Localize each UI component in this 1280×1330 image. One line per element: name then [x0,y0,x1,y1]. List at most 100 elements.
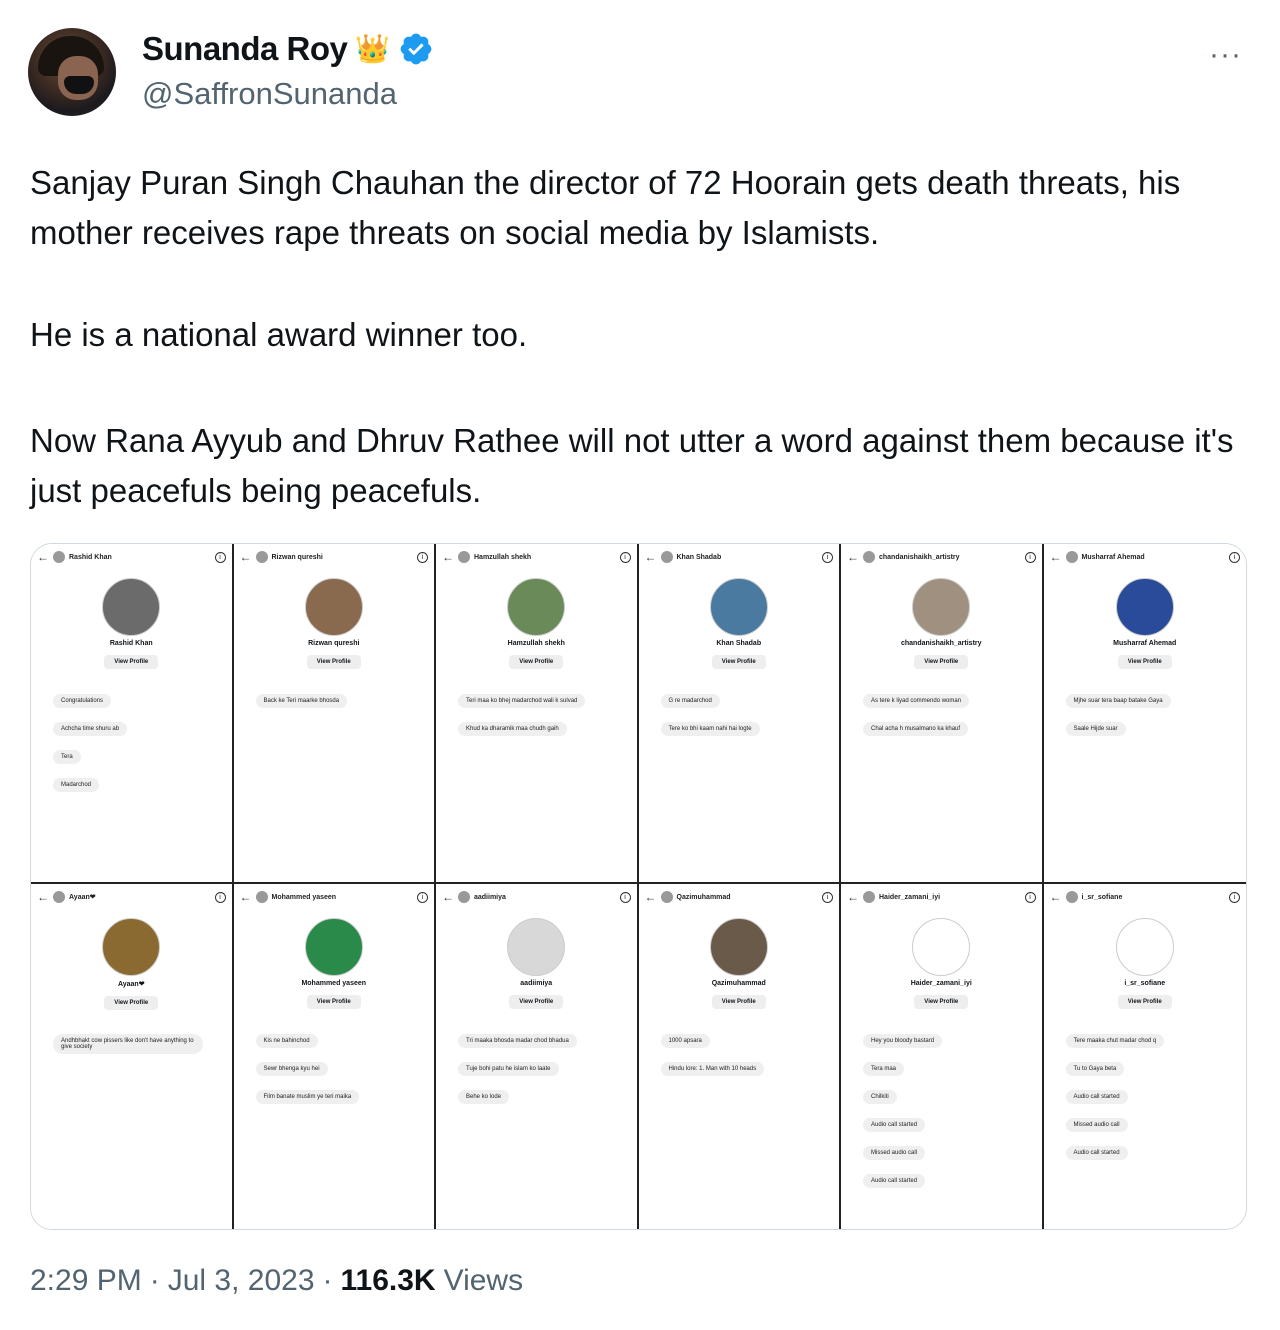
dm-message-bubble: Tri maaka bhosda madar chod bhadua [458,1034,577,1048]
back-arrow-icon: ← [1049,890,1062,904]
view-profile-button: View Profile [1117,655,1172,669]
dm-screenshot: ← Qazimuhammad i Qazimuhammad View Profile 10… [638,884,841,1229]
dm-message-bubble: Chal acha h musalmano ka khauf [863,722,969,736]
info-icon: i [822,891,833,903]
author-handle[interactable]: @SaffronSunanda [142,76,397,112]
back-arrow-icon: ← [847,890,859,904]
dm-profile-name: i_sr_sofiane [1124,980,1166,987]
dm-avatar [458,551,470,563]
dm-profile-picture [102,918,161,976]
tweet-paragraph-3: Now Rana Ayyub and Dhruv Rathee will not… [30,422,1234,509]
dm-username: i_sr_sofiane [1081,893,1123,901]
screenshot-collage: ← Rashid Khan i Rashid Khan View Profile Cong… [31,544,1246,1229]
dm-message-bubble: Audio call started [863,1174,926,1188]
view-profile-button: View Profile [509,655,564,669]
dm-profile-picture [1115,578,1174,636]
dm-message-bubble: Teri maa ko bhej madarchod wali k sulvad [458,694,586,708]
verified-badge-icon[interactable] [398,31,434,67]
dm-header: ← Ayaan❤ i [31,884,232,910]
meta-separator: · [322,1264,333,1297]
dm-avatar [863,551,875,563]
dm-avatar [53,551,65,563]
back-arrow-icon: ← [239,550,252,564]
more-options-icon[interactable]: ··· [1209,38,1242,72]
author-name[interactable]: Sunanda Roy [142,30,348,68]
dm-message-bubble: Tera maa [863,1062,905,1076]
dm-profile-picture [304,918,363,976]
back-arrow-icon: ← [644,890,657,904]
dm-screenshot: ← Rizwan qureshi i Rizwan qureshi View Profi… [233,544,436,884]
dm-profile-picture [1115,918,1174,976]
meta-separator: · [149,1264,160,1297]
dm-message-bubble: Film banate muslim ye teri maika [255,1090,360,1104]
view-profile-button: View Profile [1117,995,1172,1009]
tweet-time[interactable]: 2:29 PM [30,1264,142,1298]
view-profile-button: View Profile [104,655,159,669]
dm-message-bubble: Sewr bhenga kyu hei [255,1062,328,1076]
info-icon: i [822,551,833,563]
tweet-paragraph-1: Sanjay Puran Singh Chauhan the director … [30,164,1181,251]
tweet-paragraph-2: He is a national award winner too. [30,316,528,353]
dm-message-bubble: As tere k liyad commendo woman [863,694,970,708]
view-profile-button: View Profile [914,655,969,669]
info-icon: i [619,891,631,903]
view-profile-button: View Profile [711,655,766,669]
tweet-date[interactable]: Jul 3, 2023 [168,1264,315,1298]
view-profile-button: View Profile [711,995,766,1009]
dm-username: Rashid Khan [69,553,112,561]
info-icon: i [214,891,226,903]
dm-message-bubble: Andhbhakt cow pissers like don't have an… [53,1034,203,1054]
views-count: 116.3K [340,1264,436,1297]
dm-message-bubble: Congratulations [53,694,112,708]
tweet-media-image[interactable]: ← Rashid Khan i Rashid Khan View Profile Cong… [30,543,1247,1230]
info-icon: i [1229,891,1240,903]
info-icon: i [417,551,428,563]
dm-username: Ayaan❤ [69,894,96,901]
dm-message-bubble: Missed audio call [863,1146,926,1160]
dm-screenshot: ← Khan Shadab i Khan Shadab View Profile G re… [638,544,841,884]
dm-screenshot: ← i_sr_sofiane i i_sr_sofiane View Profile Te… [1043,884,1246,1229]
dm-avatar [1065,891,1078,903]
info-icon: i [1024,891,1036,903]
dm-avatar [53,891,65,903]
dm-avatar [1065,551,1078,563]
dm-profile-picture [709,578,768,636]
dm-profile-name: Hamzullah shekh [507,640,565,647]
dm-screenshot: ← Mohammed yaseen i Mohammed yaseen View Pro… [233,884,436,1229]
dm-message-bubble: Mjhe suar tera baap batake Gaya [1065,694,1171,708]
dm-message-bubble: Missed audio call [1065,1118,1128,1132]
dm-message-bubble: Audio call started [1065,1090,1128,1104]
author-name-row: Sunanda Roy 👑 [142,30,434,68]
dm-profile-picture [102,578,161,636]
dm-message-bubble: Hindu lore: 1. Man with 10 heads [660,1062,765,1076]
dm-profile-name: aadiimiya [520,980,553,987]
dm-username: aadiimiya [474,893,506,901]
dm-username: Qazimuhammad [676,893,731,901]
back-arrow-icon: ← [1049,550,1062,564]
back-arrow-icon: ← [37,890,49,904]
dm-avatar [255,551,268,563]
dm-screenshot: ← Hamzullah shekh i Hamzullah shekh View Pro… [436,544,639,884]
dm-profile-picture [912,578,971,636]
dm-message-bubble: 1000 apsara [660,1034,710,1048]
dm-message-bubble: Chilkiti [863,1090,897,1104]
dm-avatar [660,891,673,903]
dm-profile-picture [507,578,566,636]
dm-message-bubble: Tera [53,750,81,764]
dm-username: chandanishaikh_artistry [879,553,960,561]
dm-header: ← Khan Shadab i [639,544,840,570]
dm-header: ← Haider_zamani_iyi i [841,884,1042,910]
dm-username: Hamzullah shekh [474,553,532,561]
dm-message-bubble: Audio call started [1065,1146,1128,1160]
dm-message-bubble: Behe ko lode [458,1090,510,1104]
info-icon: i [417,891,428,903]
view-profile-button: View Profile [104,996,159,1010]
dm-avatar [255,891,268,903]
dm-message-bubble: Kis ne bahinchod [255,1034,318,1048]
dm-header: ← Hamzullah shekh i [436,544,637,570]
author-avatar[interactable] [28,28,116,116]
info-icon: i [619,551,631,563]
dm-header: ← Rashid Khan i [31,544,232,570]
dm-profile-name: Qazimuhammad [711,980,766,987]
dm-username: Musharraf Ahemad [1081,553,1145,561]
